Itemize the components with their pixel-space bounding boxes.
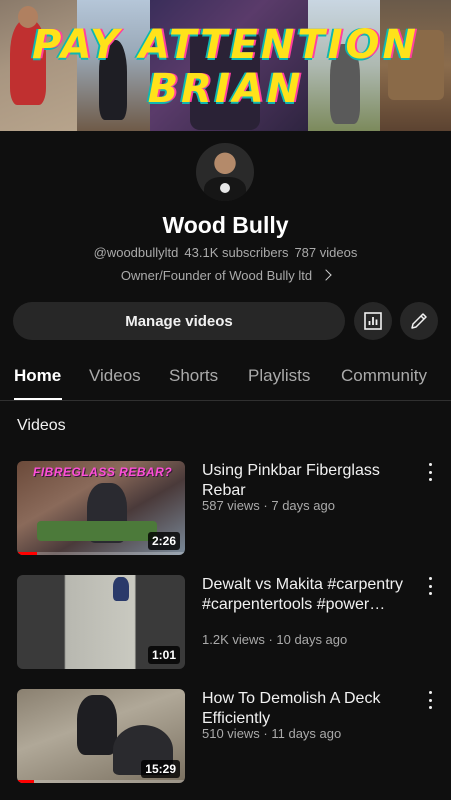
video-meta: 1.2K views · 10 days ago [202, 632, 348, 647]
chevron-right-icon [320, 269, 332, 281]
channel-handle: @woodbullyltd [93, 245, 179, 260]
video-title[interactable]: Dewalt vs Makita #carpentry #carpenterto… [202, 575, 412, 615]
thumbnail-overlay-text: FIBREGLASS REBAR? [33, 465, 173, 479]
video-item[interactable]: FIBREGLASS REBAR? 2:26 Using Pinkbar Fib… [0, 461, 451, 557]
analytics-button[interactable] [354, 302, 392, 340]
video-title[interactable]: How To Demolish A Deck Efficiently [202, 689, 412, 729]
section-title: Videos [17, 417, 66, 434]
banner-title-line-1: PAY ATTENTION [32, 22, 419, 68]
channel-tabs: Home Videos Shorts Playlists Community [0, 358, 451, 401]
tab-shorts[interactable]: Shorts [169, 366, 218, 386]
tab-community[interactable]: Community [341, 366, 427, 386]
video-meta: 510 views · 11 days ago [202, 726, 342, 741]
video-meta: 587 views · 7 days ago [202, 498, 335, 513]
channel-meta: @woodbullyltd 43.1K subscribers 787 videos [0, 245, 451, 260]
more-options-icon[interactable] [424, 691, 436, 709]
tab-videos[interactable]: Videos [89, 366, 141, 386]
video-title[interactable]: Using Pinkbar Fiberglass Rebar [202, 461, 412, 501]
manage-videos-button[interactable]: Manage videos [13, 302, 345, 340]
video-thumbnail[interactable]: 1:01 [17, 575, 185, 669]
subscriber-count: 43.1K subscribers [184, 245, 289, 260]
video-thumbnail[interactable]: FIBREGLASS REBAR? 2:26 [17, 461, 185, 555]
watch-progress-bar [17, 552, 38, 555]
video-duration: 1:01 [147, 646, 180, 664]
pencil-icon [411, 313, 427, 329]
analytics-icon [364, 312, 382, 330]
channel-description-text: Owner/Founder of Wood Bully ltd [120, 268, 313, 283]
more-options-icon[interactable] [424, 463, 436, 481]
video-item[interactable]: 1:01 Dewalt vs Makita #carpentry #carpen… [0, 575, 451, 671]
channel-description[interactable]: Owner/Founder of Wood Bully ltd [0, 268, 451, 283]
video-item[interactable]: 15:29 How To Demolish A Deck Efficiently… [0, 689, 451, 785]
banner-title-line-2: BRIAN [147, 66, 304, 112]
channel-name: Wood Bully [162, 212, 289, 238]
tab-home[interactable]: Home [14, 366, 61, 386]
channel-banner: PAY ATTENTION BRIAN [0, 0, 451, 131]
video-duration: 2:26 [147, 532, 180, 550]
channel-avatar[interactable] [196, 143, 254, 201]
watch-progress-bar [17, 780, 34, 783]
watch-progress-track [17, 552, 185, 555]
watch-progress-track [17, 780, 185, 783]
channel-page: PAY ATTENTION BRIAN Wood Bully @woodbull… [0, 0, 451, 800]
video-count: 787 videos [294, 245, 358, 260]
tab-playlists[interactable]: Playlists [248, 366, 310, 386]
edit-channel-button[interactable] [400, 302, 438, 340]
video-duration: 15:29 [141, 760, 180, 778]
more-options-icon[interactable] [424, 577, 436, 595]
active-tab-indicator [14, 398, 62, 400]
video-thumbnail[interactable]: 15:29 [17, 689, 185, 783]
